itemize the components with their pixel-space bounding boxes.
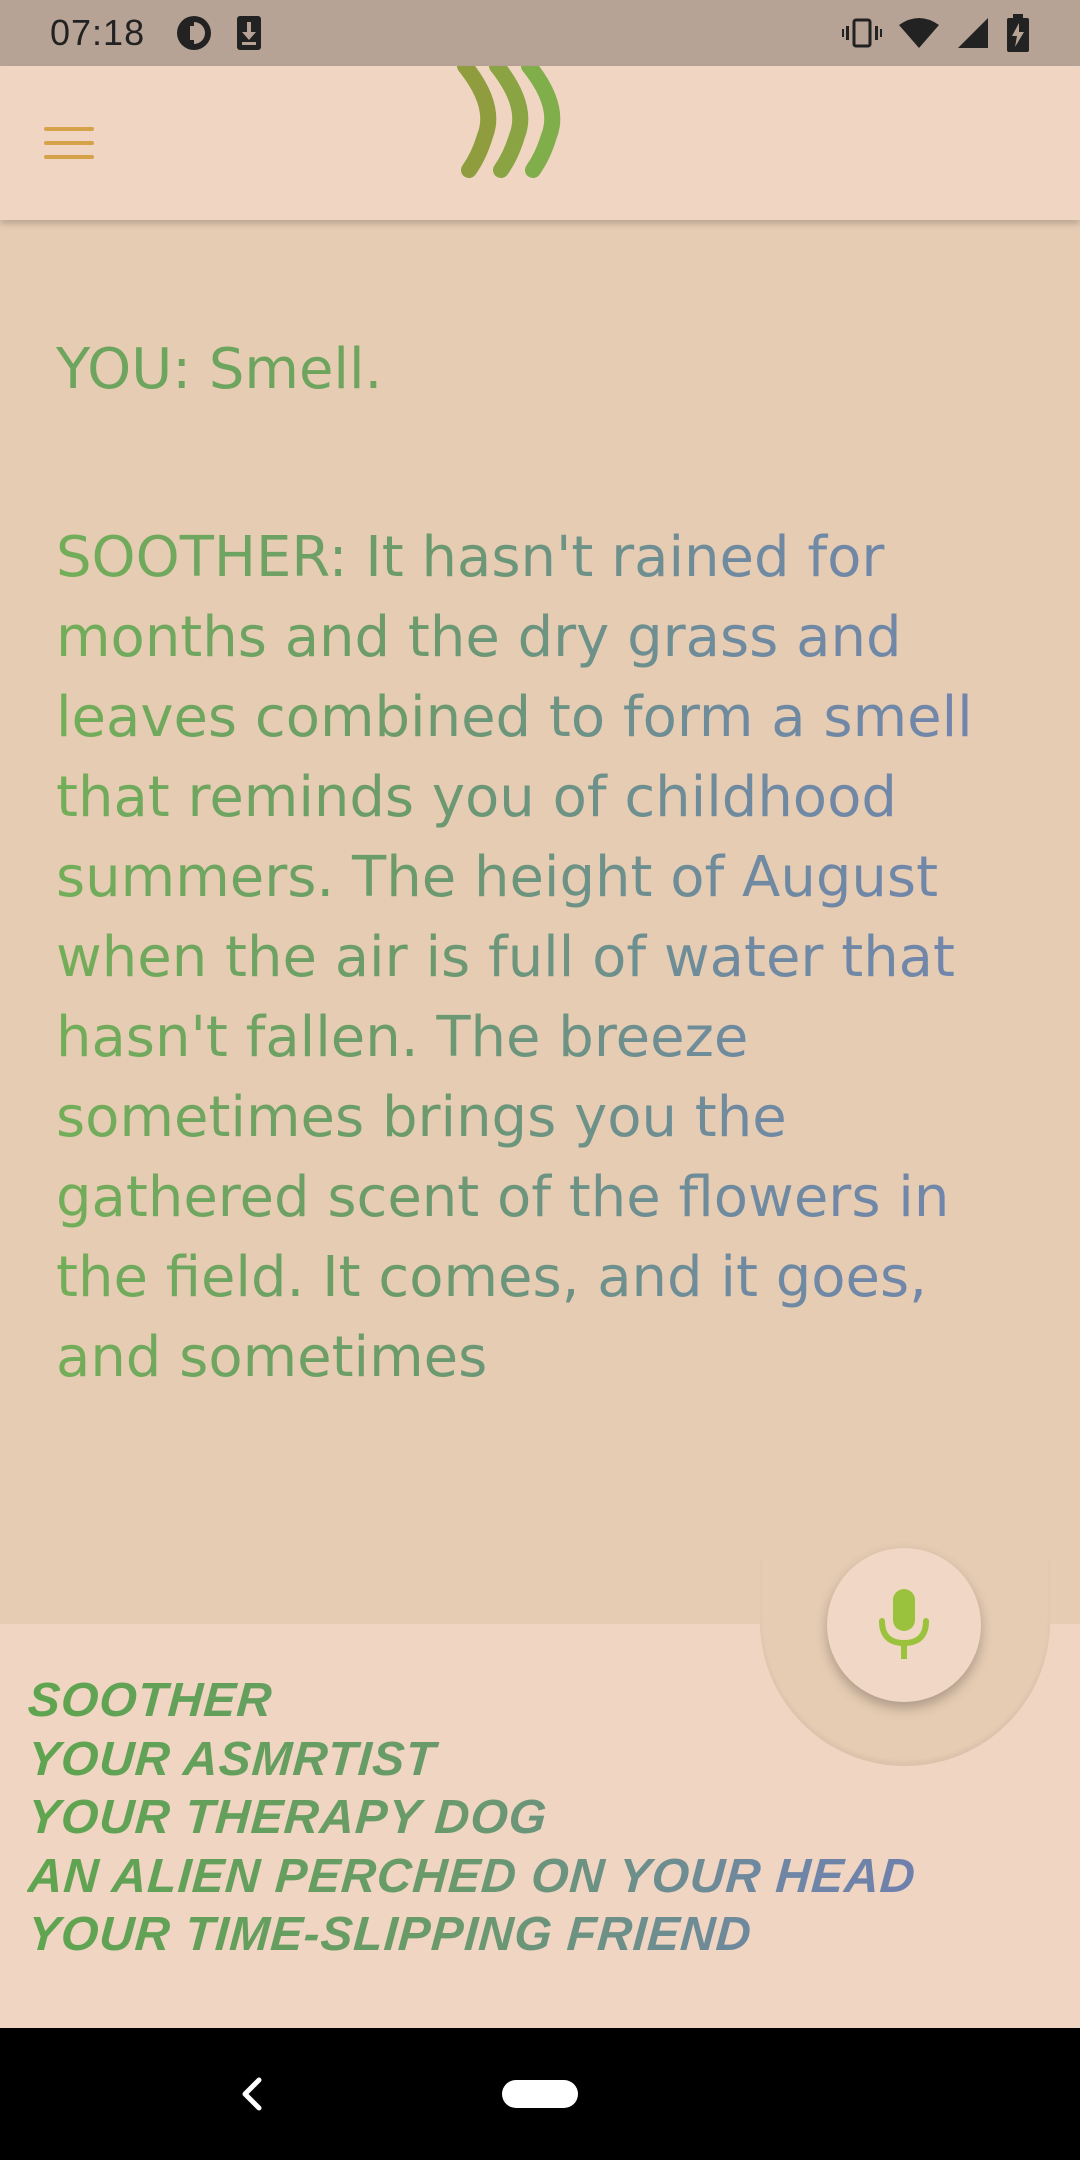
persona-item-alien[interactable]: An Alien Perched on Your Head bbox=[26, 1848, 1070, 1907]
vibrate-icon bbox=[842, 18, 882, 48]
soother-response: SOOTHER: It hasn't rained for months and… bbox=[56, 518, 1036, 1398]
conversation: YOU: Smell. SOOTHER: It hasn't rained fo… bbox=[56, 330, 1036, 1398]
persona-item-time-slipping-friend[interactable]: Your Time-Slipping Friend bbox=[26, 1906, 1070, 1965]
wifi-icon bbox=[899, 18, 939, 48]
status-right-icons bbox=[842, 14, 1030, 52]
system-nav-bar bbox=[0, 2028, 1080, 2160]
status-bar: 07:18 bbox=[0, 0, 1080, 66]
menu-line bbox=[44, 127, 94, 131]
status-time: 07:18 bbox=[50, 12, 146, 53]
hamburger-menu-icon[interactable] bbox=[44, 116, 108, 170]
microphone-icon bbox=[879, 1589, 929, 1659]
user-message: YOU: Smell. bbox=[56, 337, 383, 402]
menu-line bbox=[44, 155, 94, 159]
menu-line bbox=[44, 141, 94, 145]
back-chevron-icon[interactable] bbox=[222, 2064, 282, 2124]
battery-charging-icon bbox=[1007, 14, 1029, 52]
status-left-icons bbox=[175, 14, 263, 52]
persona-list: Soother Your ASMRtist Your Therapy Dog A… bbox=[26, 1672, 1070, 1965]
persona-item-asmrtist[interactable]: Your ASMRtist bbox=[26, 1731, 1070, 1790]
data-saver-icon bbox=[177, 16, 212, 50]
persona-item-therapy-dog[interactable]: Your Therapy Dog bbox=[26, 1789, 1070, 1848]
soother-waves-logo bbox=[457, 66, 561, 178]
app-bar bbox=[0, 66, 1080, 220]
persona-item-soother[interactable]: Soother bbox=[26, 1672, 1070, 1731]
signal-icon bbox=[958, 18, 988, 48]
download-icon bbox=[237, 16, 262, 50]
home-pill-icon[interactable] bbox=[502, 2080, 578, 2108]
